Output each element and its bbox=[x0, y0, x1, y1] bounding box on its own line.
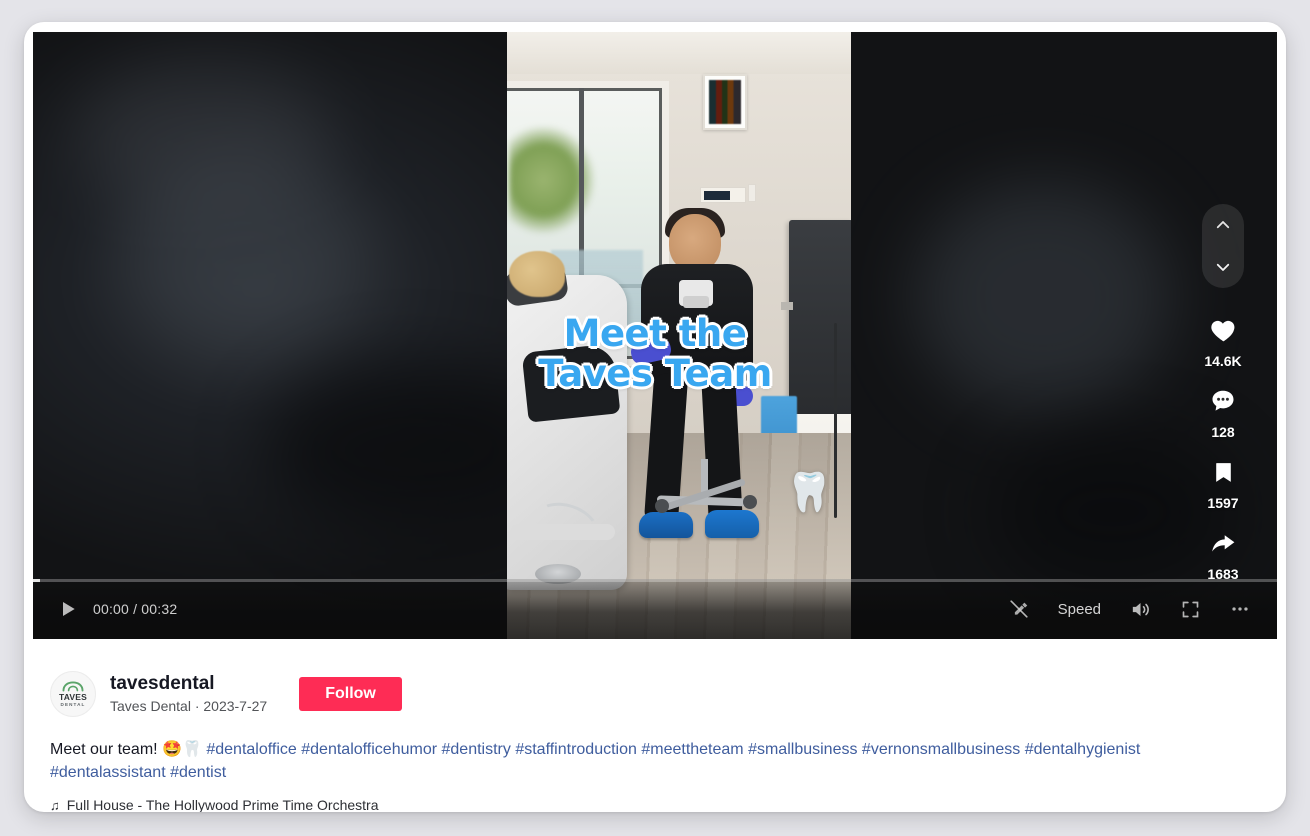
hashtag-link[interactable]: #vernonsmallbusiness bbox=[862, 741, 1020, 758]
hashtag-link[interactable]: #dentalassistant bbox=[50, 764, 166, 781]
dental-office-scene: 🦷 bbox=[507, 32, 851, 639]
hashtag-link[interactable]: #dentaloffice bbox=[206, 741, 296, 758]
chevron-down-icon bbox=[1216, 263, 1230, 271]
play-button[interactable] bbox=[57, 598, 79, 620]
volume-button[interactable] bbox=[1129, 598, 1152, 621]
music-row[interactable]: ♫ Full House - The Hollywood Prime Time … bbox=[50, 797, 1260, 812]
hashtag-link[interactable]: #dentalofficehumor bbox=[301, 741, 437, 758]
play-icon bbox=[63, 602, 75, 616]
like-count: 14.6K bbox=[1204, 353, 1242, 369]
video-navigation bbox=[1202, 204, 1244, 288]
next-video-button[interactable] bbox=[1207, 251, 1239, 283]
hashtag-link[interactable]: #dentist bbox=[170, 764, 226, 781]
comment-count: 128 bbox=[1211, 424, 1235, 440]
hashtag-link[interactable]: #dentistry bbox=[442, 741, 511, 758]
author-text: tavesdental Taves Dental · 2023-7-27 bbox=[110, 673, 267, 715]
post-description: Meet our team! 🤩🦷 #dentaloffice #dentalo… bbox=[50, 739, 1245, 784]
avatar-top-text: TAVES bbox=[58, 691, 88, 702]
wall-cord bbox=[834, 323, 837, 518]
fullscreen-button[interactable] bbox=[1180, 599, 1201, 620]
share-button[interactable]: 1683 bbox=[1203, 523, 1243, 582]
more-options-button[interactable] bbox=[1229, 598, 1251, 620]
follow-button[interactable]: Follow bbox=[299, 677, 402, 711]
description-hashtags: #dentaloffice #dentalofficehumor #dentis… bbox=[50, 741, 1140, 781]
video-control-bar: 00:00 / 00:32 Speed bbox=[33, 579, 1277, 639]
page-root: 🦷 Meet the Taves Team 14.6K 128 1597 168… bbox=[0, 0, 1310, 836]
music-note-icon: ♫ bbox=[50, 797, 60, 812]
hashtag-link[interactable]: #dentalhygienist bbox=[1025, 741, 1141, 758]
author-username[interactable]: tavesdental bbox=[110, 673, 267, 696]
hashtag-link[interactable]: #smallbusiness bbox=[748, 741, 857, 758]
music-title: Full House - The Hollywood Prime Time Or… bbox=[66, 797, 379, 812]
speed-button[interactable]: Speed bbox=[1058, 601, 1101, 618]
captions-off-icon bbox=[1010, 600, 1028, 618]
controls-left: 00:00 / 00:32 bbox=[33, 598, 177, 620]
monitor bbox=[781, 220, 851, 415]
wall-sign bbox=[699, 186, 746, 203]
video-post-card: 🦷 Meet the Taves Team 14.6K 128 1597 168… bbox=[24, 22, 1286, 812]
bookmark-count: 1597 bbox=[1207, 495, 1239, 511]
tooth-arch-icon bbox=[62, 681, 84, 692]
video-frame: 🦷 bbox=[507, 32, 851, 639]
bookmark-button[interactable]: 1597 bbox=[1203, 452, 1243, 511]
patient bbox=[509, 250, 565, 297]
comment-button[interactable]: 128 bbox=[1203, 381, 1243, 440]
time-display: 00:00 / 00:32 bbox=[93, 601, 178, 617]
volume-icon bbox=[1132, 602, 1149, 616]
progress-fill bbox=[33, 579, 41, 582]
comment-icon bbox=[1203, 381, 1243, 421]
dental-stool bbox=[655, 459, 757, 539]
progress-bar[interactable] bbox=[33, 579, 1277, 582]
like-button[interactable]: 14.6K bbox=[1203, 310, 1243, 369]
fullscreen-icon bbox=[1182, 601, 1199, 617]
dentist bbox=[629, 208, 765, 639]
controls-right: Speed bbox=[1008, 598, 1277, 621]
wall-photo-frame bbox=[703, 74, 748, 131]
video-player[interactable]: 🦷 Meet the Taves Team 14.6K 128 1597 168… bbox=[33, 32, 1277, 639]
chevron-up-icon bbox=[1216, 221, 1230, 229]
hashtag-link[interactable]: #staffintroduction bbox=[515, 741, 637, 758]
previous-video-button[interactable] bbox=[1207, 209, 1239, 241]
avatar-bottom-text: DENTAL bbox=[60, 701, 86, 707]
action-rail: 14.6K 128 1597 1683 bbox=[1191, 204, 1255, 594]
author-row: TAVES DENTAL tavesdental Taves Dental · … bbox=[50, 671, 1260, 717]
captions-off-button[interactable] bbox=[1008, 598, 1030, 620]
post-info: TAVES DENTAL tavesdental Taves Dental · … bbox=[24, 649, 1286, 812]
tooth-emoji-sticker: 🦷 bbox=[785, 471, 833, 514]
description-text: Meet our team! 🤩🦷 bbox=[50, 741, 207, 758]
light-switch bbox=[747, 183, 756, 202]
avatar[interactable]: TAVES DENTAL bbox=[50, 671, 96, 717]
hashtag-link[interactable]: #meettheteam bbox=[641, 741, 743, 758]
heart-icon bbox=[1203, 310, 1243, 350]
more-options-icon bbox=[1232, 607, 1248, 611]
bookmark-icon bbox=[1203, 452, 1243, 492]
share-icon bbox=[1203, 523, 1243, 563]
author-meta: Taves Dental · 2023-7-27 bbox=[110, 698, 268, 714]
